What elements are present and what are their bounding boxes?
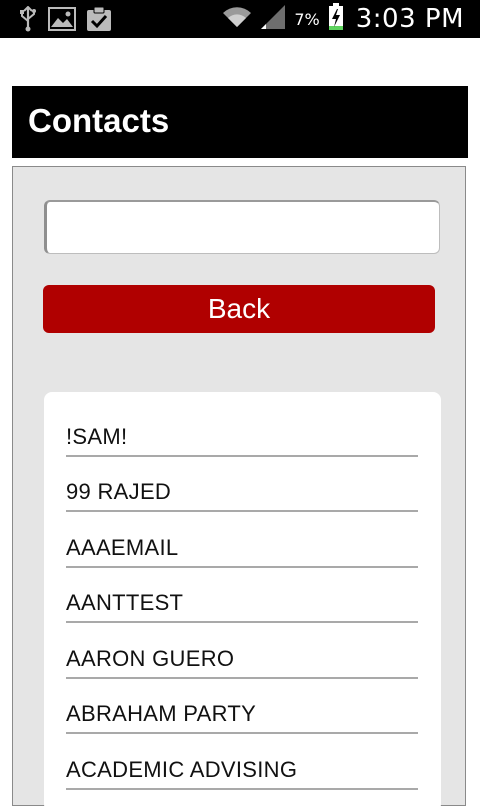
contact-list: !SAM! 99 RAJED AAAEMAIL AANTTEST AARON G… [44, 392, 441, 812]
contact-name: ABRAHAM PARTY [66, 701, 257, 726]
list-item[interactable]: !SAM! [66, 402, 418, 457]
usb-icon [18, 5, 38, 36]
contact-name: !SAM! [66, 424, 128, 449]
search-input[interactable] [44, 200, 440, 254]
clipboard-check-icon [86, 6, 112, 36]
signal-icon [260, 4, 286, 34]
list-item[interactable]: 99 RAJED [66, 457, 418, 512]
system-icons: 7% 3:03 PM [222, 3, 464, 35]
list-item[interactable]: ABRAHAM PARTY [66, 679, 418, 734]
clock: 3:03 PM [355, 4, 464, 34]
list-item[interactable]: ACADEMIC ADVISING [66, 735, 418, 790]
list-item[interactable]: AAAEMAIL [66, 513, 418, 568]
contact-name: ACADEMIC ADVISING [66, 757, 298, 782]
list-item[interactable]: AARON GUERO [66, 624, 418, 679]
contact-name: AANTTEST [66, 590, 184, 615]
battery-percent: 7% [294, 9, 320, 29]
back-button[interactable]: Back [43, 285, 435, 333]
status-bar: 7% 3:03 PM [0, 0, 480, 38]
contact-name: AARON GUERO [66, 646, 235, 671]
list-item[interactable]: AANTTEST [66, 568, 418, 623]
contact-name: AAAEMAIL [66, 535, 179, 560]
page-title: Contacts [28, 102, 170, 139]
image-icon [48, 7, 76, 35]
battery-charging-icon [328, 3, 344, 35]
wifi-icon [222, 5, 252, 33]
notification-icons [18, 5, 112, 36]
contact-name: 99 RAJED [66, 479, 172, 504]
page-header: Contacts [12, 86, 468, 158]
